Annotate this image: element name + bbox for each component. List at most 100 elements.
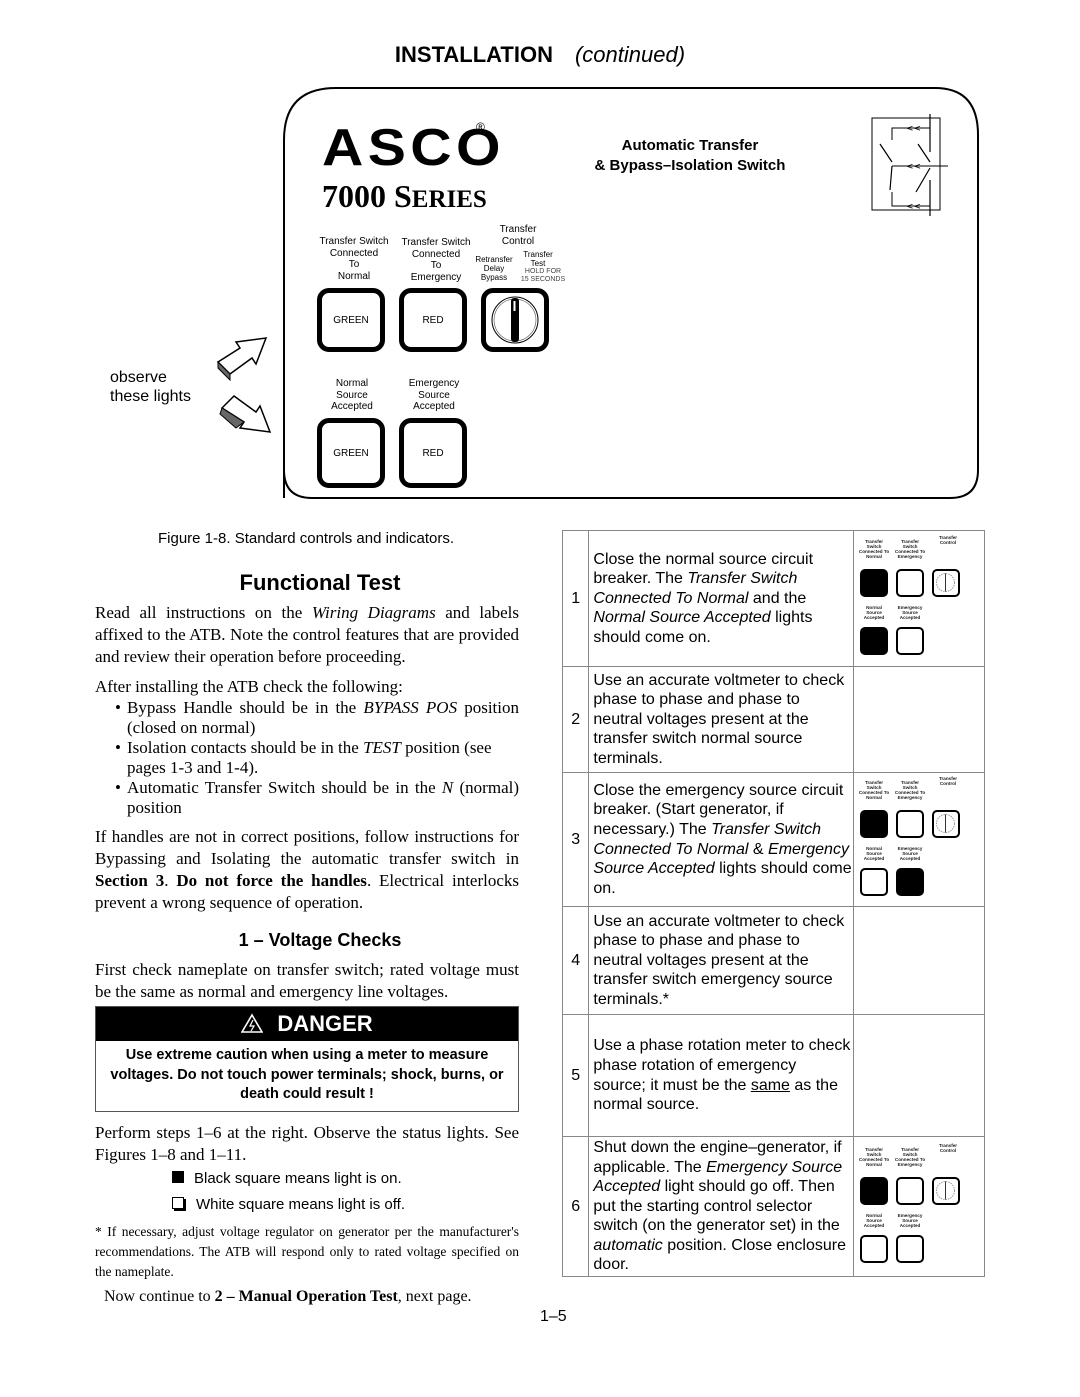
mini-label-ts-normal: Transfer Switch Connected To Normal — [858, 1146, 890, 1167]
text: Isolation contacts should be in the — [127, 738, 364, 757]
lamp-ts-connected-normal: GREEN — [317, 288, 385, 352]
mini-label-esa: Emergency Source Accepted — [897, 845, 923, 861]
step-row: 2 Use an accurate voltmeter to check phas… — [561, 666, 985, 773]
label-line: Normal — [337, 270, 371, 282]
light-esa — [896, 1234, 925, 1263]
label-line: Transfer Switch — [319, 236, 389, 247]
text: BYPASS POS — [363, 698, 458, 717]
light-esa — [896, 626, 925, 655]
legend-white: White square means light is off. — [172, 1196, 405, 1213]
light-nsa — [860, 1234, 889, 1263]
steps-table: 1 Close the normal source circuit breaker… — [561, 530, 985, 1277]
selector-knob-icon — [491, 296, 539, 344]
mini-label-nsa: Normal Source Accepted — [863, 1212, 885, 1228]
text: . — [164, 871, 177, 890]
step-number: 1 — [561, 530, 590, 667]
text: same — [750, 1076, 790, 1094]
lamp-ts-connected-emergency: RED — [399, 288, 467, 352]
checklist: • Bypass Handle should be in the BYPASS … — [115, 698, 519, 818]
checklist-item: • Automatic Transfer Switch should be in… — [115, 778, 519, 818]
label-line: Emergency — [410, 271, 462, 283]
product-name: Automatic Transfer & Bypass–Isolation Sw… — [560, 136, 820, 176]
label-line: Transfer Switch — [401, 237, 471, 248]
white-square-icon — [172, 1197, 184, 1209]
control-panel-figure: ASCO ® 7000 SERIES Automatic Transfer & … — [0, 0, 1080, 520]
light-esa — [896, 867, 925, 896]
step-instruction: Close the normal source circuit breaker.… — [588, 530, 855, 667]
next-section-ref: 2 – Manual Operation Test — [214, 1288, 398, 1305]
label-line: Connected — [329, 247, 379, 259]
light-ts-emergency — [896, 568, 925, 597]
functional-test-intro: Read all instructions on the Wiring Diag… — [95, 602, 519, 668]
lamp-normal-source-accepted: GREEN — [317, 418, 385, 488]
text: Automatic Transfer Switch should be in t… — [127, 778, 442, 797]
text: If handles are not in correct positions,… — [95, 827, 519, 868]
label-line: Control — [501, 235, 535, 247]
text: & — [748, 840, 769, 858]
label-line: Delay — [483, 264, 505, 273]
product-name-line1: Automatic Transfer — [621, 137, 759, 154]
step-number: 3 — [561, 772, 590, 907]
mini-label-ts-emergency: Transfer Switch Connected To Emergency — [894, 779, 926, 800]
checklist-item: • Bypass Handle should be in the BYPASS … — [115, 698, 519, 738]
svg-text:<<: << — [906, 162, 921, 172]
step-row: 3 Close the emergency source circuit brea… — [561, 772, 985, 907]
mini-label-transfer-control: Transfer Control — [938, 775, 958, 786]
label-line: Retransfer — [475, 255, 513, 264]
text: Read all instructions on the — [95, 603, 312, 622]
text: and the — [748, 589, 807, 607]
observe-line2: these lights — [110, 388, 191, 405]
step-figure: Transfer Switch Connected To Normal Trans… — [853, 530, 985, 667]
mini-label-esa: Emergency Source Accepted — [897, 604, 923, 620]
step-row: 6 Shut down the engine–generator, if appl… — [561, 1136, 985, 1277]
label-transfer-control: Transfer Control — [490, 224, 546, 247]
status-lights-figure: Transfer Switch Connected To Normal Trans… — [855, 535, 983, 663]
lamp-color: GREEN — [333, 314, 369, 326]
series-title: 7000 SERIES — [322, 178, 487, 215]
text: Now continue to — [104, 1288, 215, 1305]
after-install-text: After installing the ATB check the follo… — [95, 677, 403, 696]
switch-schematic-icon: << << << — [871, 114, 948, 216]
label-line: Source — [418, 389, 450, 401]
label-hold-for-15-seconds: HOLD FOR 15 SECONDS — [514, 268, 572, 283]
transfer-control-knob[interactable] — [481, 288, 549, 352]
mini-label-ts-emergency: Transfer Switch Connected To Emergency — [894, 538, 926, 559]
legend-black: Black square means light is on. — [172, 1170, 402, 1187]
text: Bypass Handle should be in the — [127, 698, 364, 717]
step-row: 1 Close the normal source circuit breaker… — [561, 530, 985, 667]
functional-test-heading: Functional Test — [239, 570, 401, 595]
transfer-control-knob-icon — [932, 568, 961, 597]
step-number: 4 — [561, 906, 590, 1015]
label-line: Accepted — [331, 401, 373, 412]
label-line: 15 SECONDS — [520, 275, 566, 283]
legend-white-text: White square means light is off. — [196, 1196, 405, 1213]
step-figure: Transfer Switch Connected To Normal Trans… — [853, 772, 985, 907]
transfer-control-knob-icon — [932, 809, 961, 838]
label-line: Transfer — [499, 224, 537, 235]
mini-label-nsa: Normal Source Accepted — [863, 845, 885, 861]
mini-label-transfer-control: Transfer Control — [938, 1142, 958, 1153]
mini-label-ts-emergency: Transfer Switch Connected To Emergency — [894, 1146, 926, 1167]
wiring-diagrams-ref: Wiring Diagrams — [311, 603, 436, 622]
step-instruction: Use an accurate voltmeter to check phase… — [588, 906, 855, 1015]
continue-text: Now continue to 2 – Manual Operation Tes… — [104, 1288, 472, 1306]
step-figure: ABC — [853, 1014, 985, 1137]
svg-text:<<: << — [906, 124, 921, 134]
label-line: Test — [530, 259, 546, 268]
text: Normal Source Accepted — [593, 609, 771, 627]
page-number: 1–5 — [540, 1308, 567, 1325]
light-nsa — [860, 626, 889, 655]
step-figure: Transfer Switch Connected To Normal Trans… — [853, 1136, 985, 1277]
label-line: Transfer — [523, 250, 553, 259]
registered-mark: ® — [476, 120, 485, 134]
mini-label-nsa: Normal Source Accepted — [863, 604, 885, 620]
warning-text: Do not force the handles — [176, 871, 367, 890]
light-ts-emergency — [896, 809, 925, 838]
bullet-icon: • — [115, 738, 121, 757]
lamp-color: RED — [422, 314, 444, 326]
label-retransfer-delay-bypass: Retransfer Delay Bypass — [472, 255, 516, 282]
lamp-color: RED — [422, 447, 444, 459]
step-instruction: Use a phase rotation meter to check phas… — [588, 1014, 855, 1137]
voltage-checks-text: First check nameplate on transfer switch… — [95, 960, 519, 1001]
label-normal-source-accepted: Normal Source Accepted — [316, 378, 388, 413]
